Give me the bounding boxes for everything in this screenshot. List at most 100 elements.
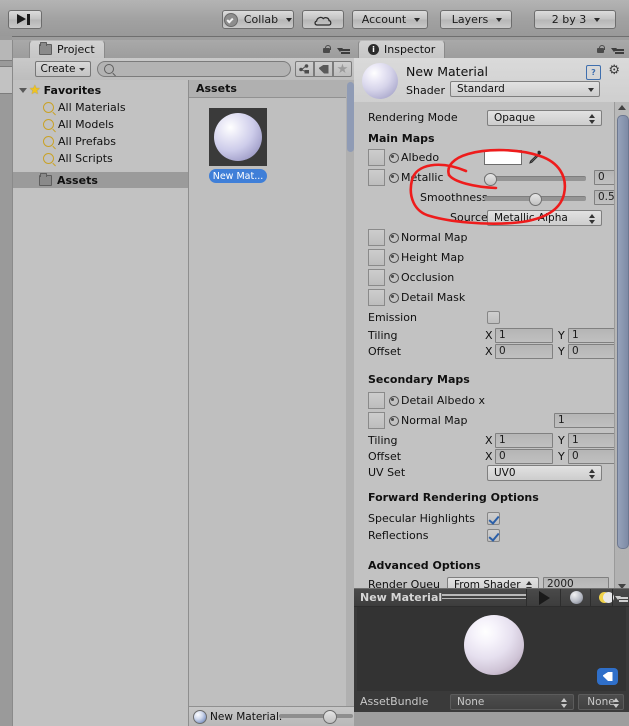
preview-options-button[interactable] (612, 589, 629, 606)
thumbnail-zoom-slider[interactable] (279, 710, 353, 724)
tree-item-assets[interactable]: Assets (13, 172, 188, 188)
lock-icon[interactable] (597, 45, 605, 54)
tree-item-all-scripts[interactable]: All Scripts (13, 150, 188, 166)
assetbundle-row: AssetBundle None None (354, 691, 629, 713)
detail-albedo-texture-slot[interactable] (368, 392, 385, 409)
metallic-slider-knob[interactable] (484, 173, 497, 186)
material-sphere-icon (193, 709, 207, 724)
offset-y-input[interactable]: 0 (568, 344, 619, 359)
help-icon[interactable]: ? (586, 65, 601, 80)
occlusion-texture-slot[interactable] (368, 269, 385, 286)
inspector-scrollbar-thumb[interactable] (617, 115, 629, 549)
shader-dropdown[interactable]: Standard (450, 81, 600, 97)
metallic-texture-slot[interactable] (368, 169, 385, 186)
offset-x-input[interactable]: 0 (495, 344, 553, 359)
rendering-mode-dropdown[interactable]: Opaque (487, 110, 602, 126)
chevron-updown-icon (613, 697, 620, 709)
tree-item-all-models[interactable]: All Models (13, 116, 188, 132)
detail-mask-texture-slot[interactable] (368, 289, 385, 306)
secondary-normal-toggle-icon[interactable] (389, 416, 399, 426)
tree-item-all-materials[interactable]: All Materials (13, 99, 188, 115)
secondary-maps-header-row: Secondary Maps (354, 370, 619, 390)
metallic-toggle-icon[interactable] (389, 173, 399, 183)
step-button[interactable] (8, 10, 42, 29)
tab-project[interactable]: Project (29, 40, 105, 58)
material-sphere-icon (214, 113, 262, 161)
detail-albedo-toggle-icon[interactable] (389, 396, 399, 406)
chevron-down-icon[interactable] (19, 87, 27, 93)
search-box[interactable] (97, 61, 291, 77)
layers-button[interactable]: Layers (440, 10, 512, 29)
chevron-down-icon (79, 67, 86, 71)
lock-icon[interactable] (323, 45, 331, 54)
asset-grid-item[interactable]: New Mat... (209, 108, 267, 183)
asset-label-button[interactable] (597, 668, 618, 685)
secondary-tiling-y-input[interactable]: 1 (568, 433, 619, 448)
tree-item-all-prefabs[interactable]: All Prefabs (13, 133, 188, 149)
occlusion-toggle-icon[interactable] (389, 273, 399, 283)
search-icon (43, 101, 54, 113)
uv-set-dropdown[interactable]: UV0 (487, 465, 602, 481)
cloud-button[interactable] (302, 10, 344, 29)
albedo-color-swatch[interactable] (484, 150, 522, 165)
project-scrollbar-thumb[interactable] (347, 82, 354, 152)
albedo-row: Albedo (354, 148, 619, 168)
height-map-texture-slot[interactable] (368, 249, 385, 266)
emission-checkbox[interactable] (487, 311, 500, 324)
preview-mesh-button[interactable] (560, 589, 591, 606)
assets-breadcrumb: Assets (189, 80, 362, 98)
height-map-row: Height Map (354, 248, 619, 268)
smoothness-slider[interactable] (484, 193, 586, 206)
asset-item-label: New Mat... (209, 169, 267, 183)
source-dropdown[interactable]: Metallic Alpha (487, 210, 602, 226)
search-input[interactable] (118, 62, 282, 76)
favorite-filter-button[interactable]: ★ (333, 61, 352, 77)
project-status-label: New Material. (210, 710, 283, 723)
tiling-y-input[interactable]: 1 (568, 328, 619, 343)
assetbundle-variant-dropdown[interactable]: None (578, 694, 624, 710)
eyedropper-icon[interactable] (528, 150, 542, 164)
asset-type-filter-button[interactable] (295, 61, 314, 77)
label-filter-button[interactable] (314, 61, 333, 77)
secondary-offset-x-input[interactable]: 0 (495, 449, 553, 464)
tab-inspector[interactable]: i Inspector (358, 40, 446, 58)
collab-button[interactable]: Collab (222, 10, 294, 29)
layout-button[interactable]: 2 by 3 (534, 10, 616, 29)
asset-thumbnail[interactable] (209, 108, 267, 166)
tree-item-favorites[interactable]: ★ Favorites (13, 82, 188, 98)
secondary-normal-texture-slot[interactable] (368, 412, 385, 429)
detail-mask-toggle-icon[interactable] (389, 293, 399, 303)
collab-label: Collab (243, 13, 279, 26)
assetbundle-dropdown[interactable]: None (450, 694, 574, 710)
occlusion-row: Occlusion (354, 268, 619, 288)
albedo-toggle-icon[interactable] (389, 153, 399, 163)
account-button[interactable]: Account (352, 10, 428, 29)
secondary-normal-value[interactable]: 1 (554, 413, 619, 428)
inspector-scrollbar[interactable] (614, 102, 629, 592)
gear-icon[interactable]: ⚙ (608, 64, 620, 77)
height-map-toggle-icon[interactable] (389, 253, 399, 263)
specular-highlights-checkbox[interactable] (487, 512, 500, 525)
preview-canvas[interactable] (357, 607, 626, 691)
normal-map-toggle-icon[interactable] (389, 233, 399, 243)
panel-menu-icon[interactable] (611, 45, 624, 54)
normal-map-texture-slot[interactable] (368, 229, 385, 246)
material-header: New Material Shader Standard ? ⚙ (354, 58, 629, 103)
detail-albedo-label: Detail Albedo x (401, 394, 485, 407)
smoothness-slider-knob[interactable] (529, 193, 542, 206)
preview-play-button[interactable] (526, 589, 561, 606)
albedo-texture-slot[interactable] (368, 149, 385, 166)
preview-resize-grip[interactable] (442, 594, 526, 601)
tiling-x-input[interactable]: 1 (495, 328, 553, 343)
metallic-slider[interactable] (484, 173, 586, 186)
scroll-up-arrow-icon[interactable] (618, 105, 626, 110)
create-button[interactable]: Create (35, 61, 91, 77)
secondary-tiling-x-input[interactable]: 1 (495, 433, 553, 448)
reflections-checkbox[interactable] (487, 529, 500, 542)
panel-menu-icon[interactable] (337, 45, 350, 54)
metallic-label: Metallic (401, 171, 444, 184)
offset-label: Offset (368, 345, 402, 358)
thumbnail-zoom-knob[interactable] (323, 710, 337, 724)
secondary-offset-y-input[interactable]: 0 (568, 449, 619, 464)
height-map-label: Height Map (401, 251, 465, 264)
